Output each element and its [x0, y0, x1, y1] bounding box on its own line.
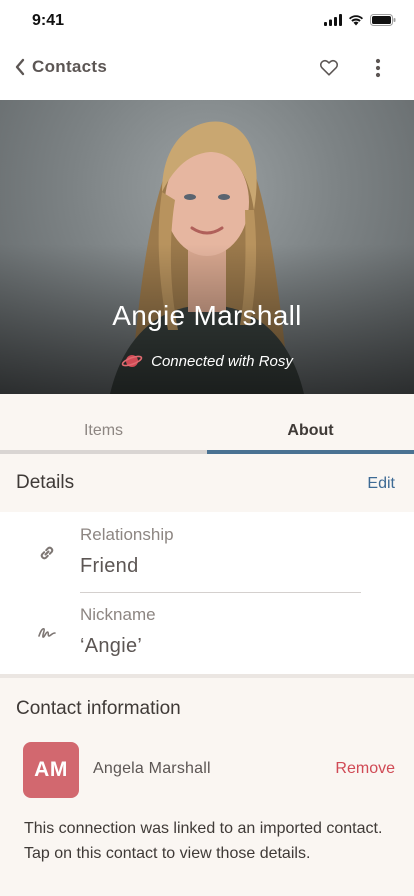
favorite-button[interactable]	[318, 56, 342, 80]
contact-name[interactable]: Angela Marshall	[93, 760, 211, 778]
field-divider	[80, 592, 361, 593]
status-bar: 9:41	[0, 0, 414, 44]
remove-button[interactable]: Remove	[335, 760, 395, 778]
signature-icon	[38, 627, 56, 638]
relationship-label: Relationship	[80, 525, 174, 544]
connection-status: Connected with Rosy	[0, 352, 414, 370]
tab-items[interactable]: Items	[0, 394, 207, 454]
nickname-label: Nickname	[80, 605, 156, 624]
details-list: Relationship Friend Nickname ‘Angie’	[0, 512, 414, 674]
cellular-signal-icon	[324, 14, 342, 26]
heart-icon	[319, 59, 339, 76]
more-options-button[interactable]	[368, 56, 388, 80]
relationship-value: Friend	[80, 555, 139, 577]
tab-about[interactable]: About	[207, 394, 414, 454]
back-label: Contacts	[32, 57, 108, 76]
wifi-icon	[349, 15, 363, 26]
connection-text: Connected with Rosy	[151, 352, 293, 370]
edit-button[interactable]: Edit	[367, 475, 395, 493]
status-icons	[324, 14, 396, 26]
link-icon	[40, 546, 54, 560]
nav-bar: Contacts	[0, 44, 414, 100]
contact-note: This connection was linked to an importe…	[24, 820, 383, 862]
more-vertical-icon	[375, 58, 381, 78]
profile-name: Angie Marshall	[112, 300, 302, 331]
tab-items-label: Items	[83, 422, 124, 439]
nickname-value: ‘Angie’	[80, 635, 143, 657]
avatar[interactable]: AM	[23, 742, 79, 798]
details-title: Details	[16, 472, 75, 493]
tab-about-label: About	[287, 422, 334, 439]
chevron-left-icon	[15, 58, 25, 76]
details-header: Details Edit	[0, 454, 414, 512]
status-time: 9:41	[32, 12, 65, 29]
back-button[interactable]: Contacts	[14, 56, 107, 78]
planet-icon	[121, 355, 143, 367]
profile-hero: Angie Marshall Connected with Rosy	[0, 100, 414, 394]
contact-information-section: Contact information AM Angela Marshall R…	[0, 674, 414, 896]
contact-information-title: Contact information	[16, 698, 181, 719]
battery-icon	[370, 14, 396, 26]
tab-bar: Items About	[0, 394, 414, 454]
